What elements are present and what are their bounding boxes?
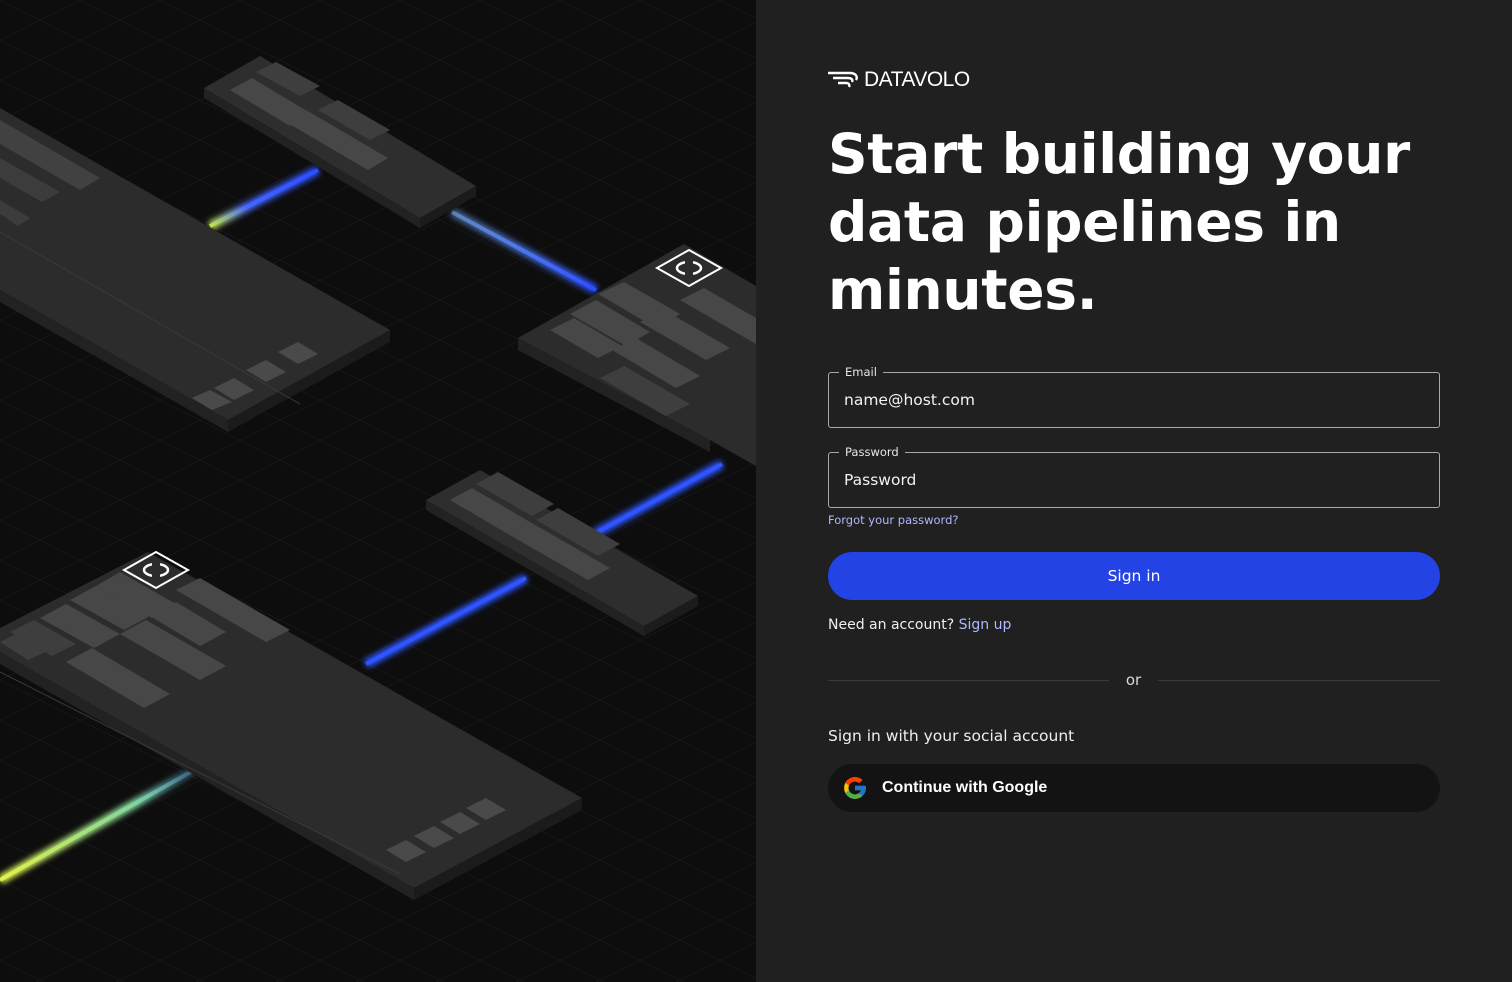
email-field: Email	[828, 365, 1440, 428]
sign-in-page: DATAVOLO Start building your data pipeli…	[0, 0, 1512, 982]
divider-line-right	[1158, 680, 1440, 681]
password-field: Password	[828, 445, 1440, 508]
sign-up-link[interactable]: Sign up	[959, 617, 1012, 633]
forgot-password-link[interactable]: Forgot your password?	[828, 513, 958, 527]
brand-name: DATAVOLO	[864, 68, 970, 91]
divider-or-text: or	[1125, 671, 1142, 689]
google-g-icon	[844, 777, 866, 799]
email-input[interactable]	[829, 373, 1439, 427]
datavolo-wing-logo-icon	[828, 71, 858, 88]
brand-logo: DATAVOLO	[828, 68, 970, 92]
google-button-label: Continue with Google	[882, 779, 1048, 796]
sign-in-button[interactable]: Sign in	[828, 552, 1440, 600]
continue-with-google-button[interactable]: Continue with Google	[828, 764, 1440, 812]
signup-prompt: Need an account? Sign up	[828, 617, 1011, 633]
signup-prompt-text: Need an account?	[828, 617, 955, 633]
sign-in-panel: DATAVOLO Start building your data pipeli…	[756, 0, 1512, 982]
social-sign-in-caption: Sign in with your social account	[828, 727, 1075, 745]
password-input[interactable]	[829, 453, 1439, 507]
page-headline: Start building your data pipelines in mi…	[828, 122, 1410, 322]
hero-illustration	[0, 0, 756, 982]
divider-line-left	[828, 680, 1109, 681]
